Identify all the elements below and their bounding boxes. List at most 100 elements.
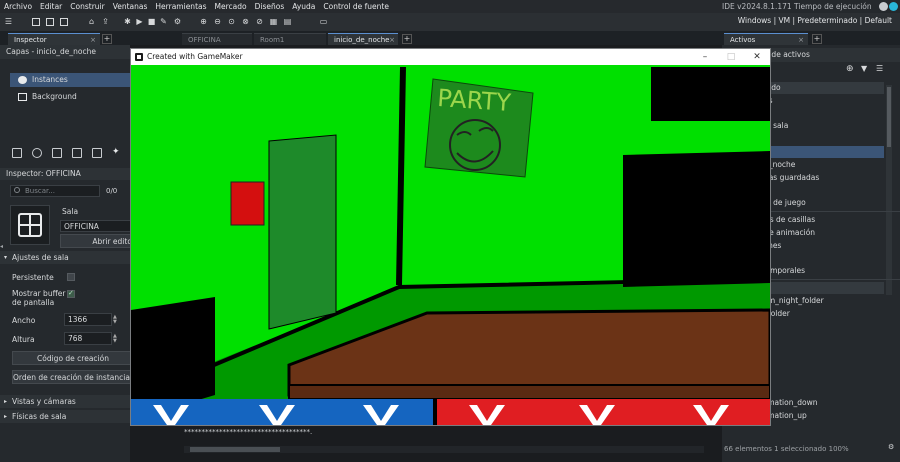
target-device-icon[interactable]: ▭	[318, 16, 329, 27]
add-tab-icon[interactable]: +	[812, 34, 822, 44]
scroll-thumb[interactable]	[190, 447, 280, 452]
menu-item-ventanas[interactable]: Ventanas	[109, 0, 152, 13]
menu-item-editar[interactable]: Editar	[36, 0, 66, 13]
search-icon	[14, 187, 20, 193]
physics-section[interactable]: Físicas de sala	[0, 410, 130, 423]
height-stepper[interactable]: ▲ ▼	[113, 334, 117, 344]
zoom-fit-icon[interactable]: ⊗	[240, 16, 251, 27]
menu-item-diseños[interactable]: Diseños	[251, 0, 289, 13]
game-window[interactable]: Created with GameMaker – □ ✕ PARTY	[130, 48, 771, 426]
export-icon[interactable]: ⇪	[100, 16, 111, 27]
persistent-checkbox[interactable]	[67, 273, 75, 281]
poster-text: PARTY	[436, 84, 512, 117]
menu-item-ayuda[interactable]: Ayuda	[288, 0, 319, 13]
tab-inspector[interactable]: Inspector ×	[8, 33, 100, 45]
tab-assets[interactable]: Activos ×	[724, 33, 808, 45]
tab-label: Activos	[730, 36, 756, 44]
run-icon[interactable]: ▶	[134, 16, 145, 27]
right-tabstrip: Activos × +	[722, 31, 900, 45]
layer-label: Instances	[32, 75, 68, 84]
door	[268, 134, 337, 330]
game-window-title: Created with GameMaker	[147, 52, 243, 61]
layer-instances[interactable]: Instances	[10, 73, 130, 87]
menu-item-herramientas[interactable]: Herramientas	[151, 0, 210, 13]
layers-title: Capas - inicio_de_noche	[0, 45, 130, 59]
magic-wand-icon[interactable]: ✦	[112, 148, 122, 158]
target-selector[interactable]: Windows | VM | Predeterminado | Default	[738, 16, 892, 25]
layer-background[interactable]: Background	[10, 90, 130, 104]
filter-icon[interactable]: ▼	[861, 64, 867, 73]
show-buffer-checkbox[interactable]	[67, 289, 75, 298]
add-asset-layer-icon[interactable]	[92, 148, 102, 158]
tab-officina[interactable]: OFFICINA	[182, 33, 252, 45]
build-icon[interactable]: ⌂	[86, 16, 97, 27]
tab-inicio-de-noche[interactable]: inicio_de_noche ×	[328, 33, 398, 45]
minimize-icon[interactable]: –	[693, 49, 717, 65]
menu-item-control-de-fuente[interactable]: Control de fuente	[319, 0, 393, 13]
collapse-left-icon[interactable]: ◂	[0, 243, 3, 250]
width-stepper[interactable]: ▲ ▼	[113, 315, 117, 325]
menu-bar: Archivo Editar Construir Ventanas Herramient…	[0, 0, 900, 417]
debug-icon[interactable]: ✱	[122, 16, 133, 27]
help-icon[interactable]	[889, 2, 898, 11]
open-editor-button[interactable]: Abrir editor	[60, 234, 130, 248]
views-section[interactable]: Vistas y cámaras	[0, 395, 130, 408]
add-tile-layer-icon[interactable]	[52, 148, 62, 158]
tab-room1[interactable]: Room1	[254, 33, 326, 45]
zoom-in-icon[interactable]: ⊕	[198, 16, 209, 27]
height-field[interactable]: 768	[64, 332, 112, 345]
toolbar: ☰ ⌂ ⇪ ✱ ▶ ■ ✎ ⚙ ⊕ ⊖ ⊙ ⊗ ⊘ ▦ ▤ ▭ Windows …	[0, 13, 900, 31]
avatar[interactable]	[879, 2, 888, 11]
width-field[interactable]: 1366	[64, 313, 112, 326]
room-settings-section[interactable]: Ajustes de sala	[0, 251, 130, 264]
scroll-thumb[interactable]	[887, 87, 891, 147]
maximize-icon[interactable]: □	[719, 49, 743, 65]
width-label: Ancho	[12, 316, 36, 325]
horizontal-scrollbar[interactable]	[184, 446, 704, 453]
corner-line	[396, 66, 406, 286]
settings-icon[interactable]: ⚙	[888, 443, 894, 451]
add-path-layer-icon[interactable]	[72, 148, 82, 158]
add-background-layer-icon[interactable]	[12, 148, 22, 158]
close-icon[interactable]: ✕	[745, 49, 769, 65]
debug-run-icon[interactable]: ⚙	[172, 16, 183, 27]
stop-icon[interactable]: ■	[146, 16, 157, 27]
left-panel: Capas - inicio_de_noche Instances Backgr…	[0, 45, 130, 462]
open-folder-icon[interactable]	[44, 16, 55, 27]
asset-scrollbar[interactable]	[886, 85, 892, 295]
creation-order-button[interactable]: Orden de creación de instancias	[12, 370, 130, 384]
height-label: Altura	[12, 335, 35, 344]
new-file-icon[interactable]	[30, 16, 41, 27]
persistent-label: Persistente	[12, 273, 54, 282]
menu-item-construir[interactable]: Construir	[66, 0, 108, 13]
grid-icon[interactable]: ▦	[268, 16, 279, 27]
menu-item-mercado[interactable]: Mercado	[211, 0, 251, 13]
desk-edge	[288, 384, 770, 400]
red-button	[230, 181, 265, 226]
left-tabstrip: Inspector × +	[0, 31, 130, 45]
menu-icon[interactable]: ☰	[876, 64, 883, 73]
room-icon	[10, 205, 50, 245]
add-asset-icon[interactable]: ⊕	[846, 64, 854, 74]
creation-code-button[interactable]: Código de creación	[12, 351, 130, 365]
right-doorway	[623, 151, 770, 287]
menu-item-archivo[interactable]: Archivo	[0, 0, 36, 13]
top-right-window	[651, 67, 770, 121]
layer-tools: ✦	[0, 145, 130, 161]
clean-icon[interactable]: ✎	[158, 16, 169, 27]
show-buffer-label: Mostrar buffer de pantalla	[12, 289, 66, 307]
search-input[interactable]: Buscar...	[10, 185, 100, 197]
add-instance-layer-icon[interactable]	[32, 148, 42, 158]
zoom-out-icon[interactable]: ⊖	[212, 16, 223, 27]
zoom-reset-icon[interactable]: ⊙	[226, 16, 237, 27]
status-line: ************************************.	[184, 428, 313, 436]
layout-icon[interactable]: ▤	[282, 16, 293, 27]
room-name-field[interactable]: OFFICINA	[60, 220, 130, 232]
zoom-all-icon[interactable]: ⊘	[254, 16, 265, 27]
tab-label: Room1	[260, 36, 285, 44]
save-icon[interactable]	[58, 16, 69, 27]
menu-icon[interactable]: ☰	[3, 16, 14, 27]
game-window-titlebar[interactable]: Created with GameMaker – □ ✕	[131, 49, 770, 65]
add-tab-icon[interactable]: +	[402, 34, 412, 44]
add-tab-icon[interactable]: +	[102, 34, 112, 44]
